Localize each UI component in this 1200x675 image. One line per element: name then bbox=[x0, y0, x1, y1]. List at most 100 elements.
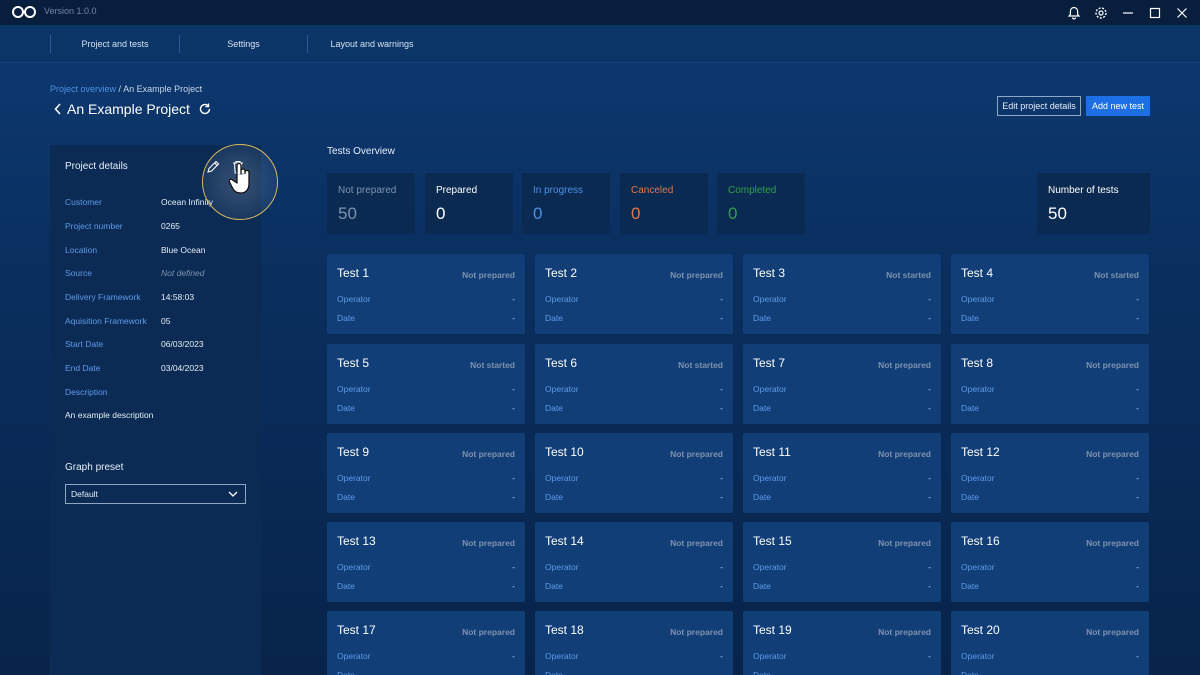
detail-key: Project number bbox=[65, 221, 123, 231]
stat-canceled: Canceled 0 bbox=[620, 173, 708, 234]
test-card-status: Not prepared bbox=[1086, 627, 1139, 637]
operator-label: Operator bbox=[337, 294, 371, 304]
tab-settings[interactable]: Settings bbox=[180, 35, 307, 53]
minimize-icon[interactable] bbox=[1116, 0, 1140, 25]
test-card-operator-row: Operator - bbox=[337, 562, 515, 572]
maximize-icon[interactable] bbox=[1143, 0, 1167, 25]
operator-label: Operator bbox=[337, 384, 371, 394]
operator-value: - bbox=[928, 294, 931, 304]
date-label: Date bbox=[545, 403, 563, 413]
date-value: - bbox=[512, 313, 515, 323]
graph-preset-select[interactable]: Default bbox=[65, 484, 246, 504]
test-card[interactable]: Test 18 Not prepared Operator - Date - bbox=[535, 611, 733, 675]
tab-layout-and-warnings[interactable]: Layout and warnings bbox=[308, 35, 436, 53]
operator-value: - bbox=[512, 473, 515, 483]
operator-label: Operator bbox=[337, 562, 371, 572]
breadcrumb-project-overview[interactable]: Project overview bbox=[50, 84, 116, 94]
test-card[interactable]: Test 3 Not started Operator - Date - bbox=[743, 254, 941, 334]
test-card-operator-row: Operator - bbox=[753, 294, 931, 304]
stat-not-prepared: Not prepared 50 bbox=[327, 173, 415, 234]
stat-value: 50 bbox=[1048, 204, 1067, 223]
test-card[interactable]: Test 5 Not started Operator - Date - bbox=[327, 344, 525, 424]
chevron-down-icon bbox=[228, 491, 238, 497]
add-new-test-button[interactable]: Add new test bbox=[1086, 96, 1150, 116]
test-card-date-row: Date - bbox=[337, 670, 515, 675]
operator-value: - bbox=[512, 384, 515, 394]
test-card-date-row: Date - bbox=[753, 313, 931, 323]
stat-in-progress: In progress 0 bbox=[522, 173, 610, 234]
gear-icon[interactable] bbox=[1089, 0, 1113, 25]
test-card-status: Not prepared bbox=[878, 538, 931, 548]
operator-value: - bbox=[1136, 384, 1139, 394]
top-nav: Project and tests Settings Layout and wa… bbox=[0, 25, 1200, 63]
test-card[interactable]: Test 2 Not prepared Operator - Date - bbox=[535, 254, 733, 334]
date-value: - bbox=[928, 492, 931, 502]
test-card-operator-row: Operator - bbox=[961, 562, 1139, 572]
stat-value: 0 bbox=[631, 204, 641, 223]
test-card-status: Not started bbox=[678, 360, 723, 370]
tab-project-and-tests[interactable]: Project and tests bbox=[51, 35, 179, 53]
test-card-title: Test 3 bbox=[753, 266, 786, 280]
operator-value: - bbox=[720, 473, 723, 483]
test-card-title: Test 5 bbox=[337, 356, 370, 370]
stat-value: 0 bbox=[436, 204, 446, 223]
date-value: - bbox=[512, 581, 515, 591]
operator-value: - bbox=[512, 651, 515, 661]
test-card[interactable]: Test 4 Not started Operator - Date - bbox=[951, 254, 1149, 334]
operator-label: Operator bbox=[545, 473, 579, 483]
date-value: - bbox=[928, 670, 931, 675]
detail-key: End Date bbox=[65, 363, 101, 373]
test-card-status: Not prepared bbox=[878, 449, 931, 459]
operator-value: - bbox=[720, 294, 723, 304]
operator-value: - bbox=[1136, 294, 1139, 304]
test-card-operator-row: Operator - bbox=[753, 562, 931, 572]
test-card-title: Test 8 bbox=[961, 356, 994, 370]
close-icon[interactable] bbox=[1170, 0, 1194, 25]
stat-value: 0 bbox=[533, 204, 543, 223]
tests-overview-title: Tests Overview bbox=[327, 146, 395, 157]
test-card-status: Not started bbox=[1094, 270, 1139, 280]
infinity-logo-icon bbox=[12, 6, 36, 18]
test-card[interactable]: Test 1 Not prepared Operator - Date - bbox=[327, 254, 525, 334]
date-value: - bbox=[720, 313, 723, 323]
operator-label: Operator bbox=[961, 384, 995, 394]
test-card-date-row: Date - bbox=[961, 313, 1139, 323]
test-card-operator-row: Operator - bbox=[753, 651, 931, 661]
stat-label: Canceled bbox=[631, 185, 674, 196]
operator-label: Operator bbox=[961, 562, 995, 572]
date-label: Date bbox=[337, 403, 355, 413]
test-card-status: Not prepared bbox=[462, 270, 515, 280]
test-card[interactable]: Test 15 Not prepared Operator - Date - bbox=[743, 522, 941, 602]
test-card[interactable]: Test 13 Not prepared Operator - Date - bbox=[327, 522, 525, 602]
test-card[interactable]: Test 7 Not prepared Operator - Date - bbox=[743, 344, 941, 424]
test-card-operator-row: Operator - bbox=[545, 384, 723, 394]
test-card[interactable]: Test 17 Not prepared Operator - Date - bbox=[327, 611, 525, 675]
test-card[interactable]: Test 9 Not prepared Operator - Date - bbox=[327, 433, 525, 513]
test-card-status: Not started bbox=[470, 360, 515, 370]
operator-label: Operator bbox=[961, 294, 995, 304]
test-card[interactable]: Test 19 Not prepared Operator - Date - bbox=[743, 611, 941, 675]
test-card[interactable]: Test 16 Not prepared Operator - Date - bbox=[951, 522, 1149, 602]
test-card[interactable]: Test 10 Not prepared Operator - Date - bbox=[535, 433, 733, 513]
test-card-operator-row: Operator - bbox=[753, 473, 931, 483]
detail-key: Start Date bbox=[65, 339, 104, 349]
detail-value: 06/03/2023 bbox=[161, 339, 204, 349]
date-label: Date bbox=[961, 670, 979, 675]
date-label: Date bbox=[545, 670, 563, 675]
test-card[interactable]: Test 8 Not prepared Operator - Date - bbox=[951, 344, 1149, 424]
test-card[interactable]: Test 14 Not prepared Operator - Date - bbox=[535, 522, 733, 602]
test-card[interactable]: Test 6 Not started Operator - Date - bbox=[535, 344, 733, 424]
test-card-operator-row: Operator - bbox=[337, 651, 515, 661]
test-card-date-row: Date - bbox=[961, 492, 1139, 502]
test-card[interactable]: Test 12 Not prepared Operator - Date - bbox=[951, 433, 1149, 513]
detail-value: Not defined bbox=[161, 268, 205, 278]
date-label: Date bbox=[961, 581, 979, 591]
test-card[interactable]: Test 20 Not prepared Operator - Date - bbox=[951, 611, 1149, 675]
edit-project-details-button[interactable]: Edit project details bbox=[997, 96, 1081, 116]
refresh-icon[interactable] bbox=[198, 102, 212, 116]
bell-icon[interactable] bbox=[1062, 0, 1086, 25]
test-card-title: Test 20 bbox=[961, 623, 1000, 637]
stat-completed: Completed 0 bbox=[717, 173, 805, 234]
back-chevron-icon[interactable] bbox=[53, 102, 63, 116]
test-card[interactable]: Test 11 Not prepared Operator - Date - bbox=[743, 433, 941, 513]
